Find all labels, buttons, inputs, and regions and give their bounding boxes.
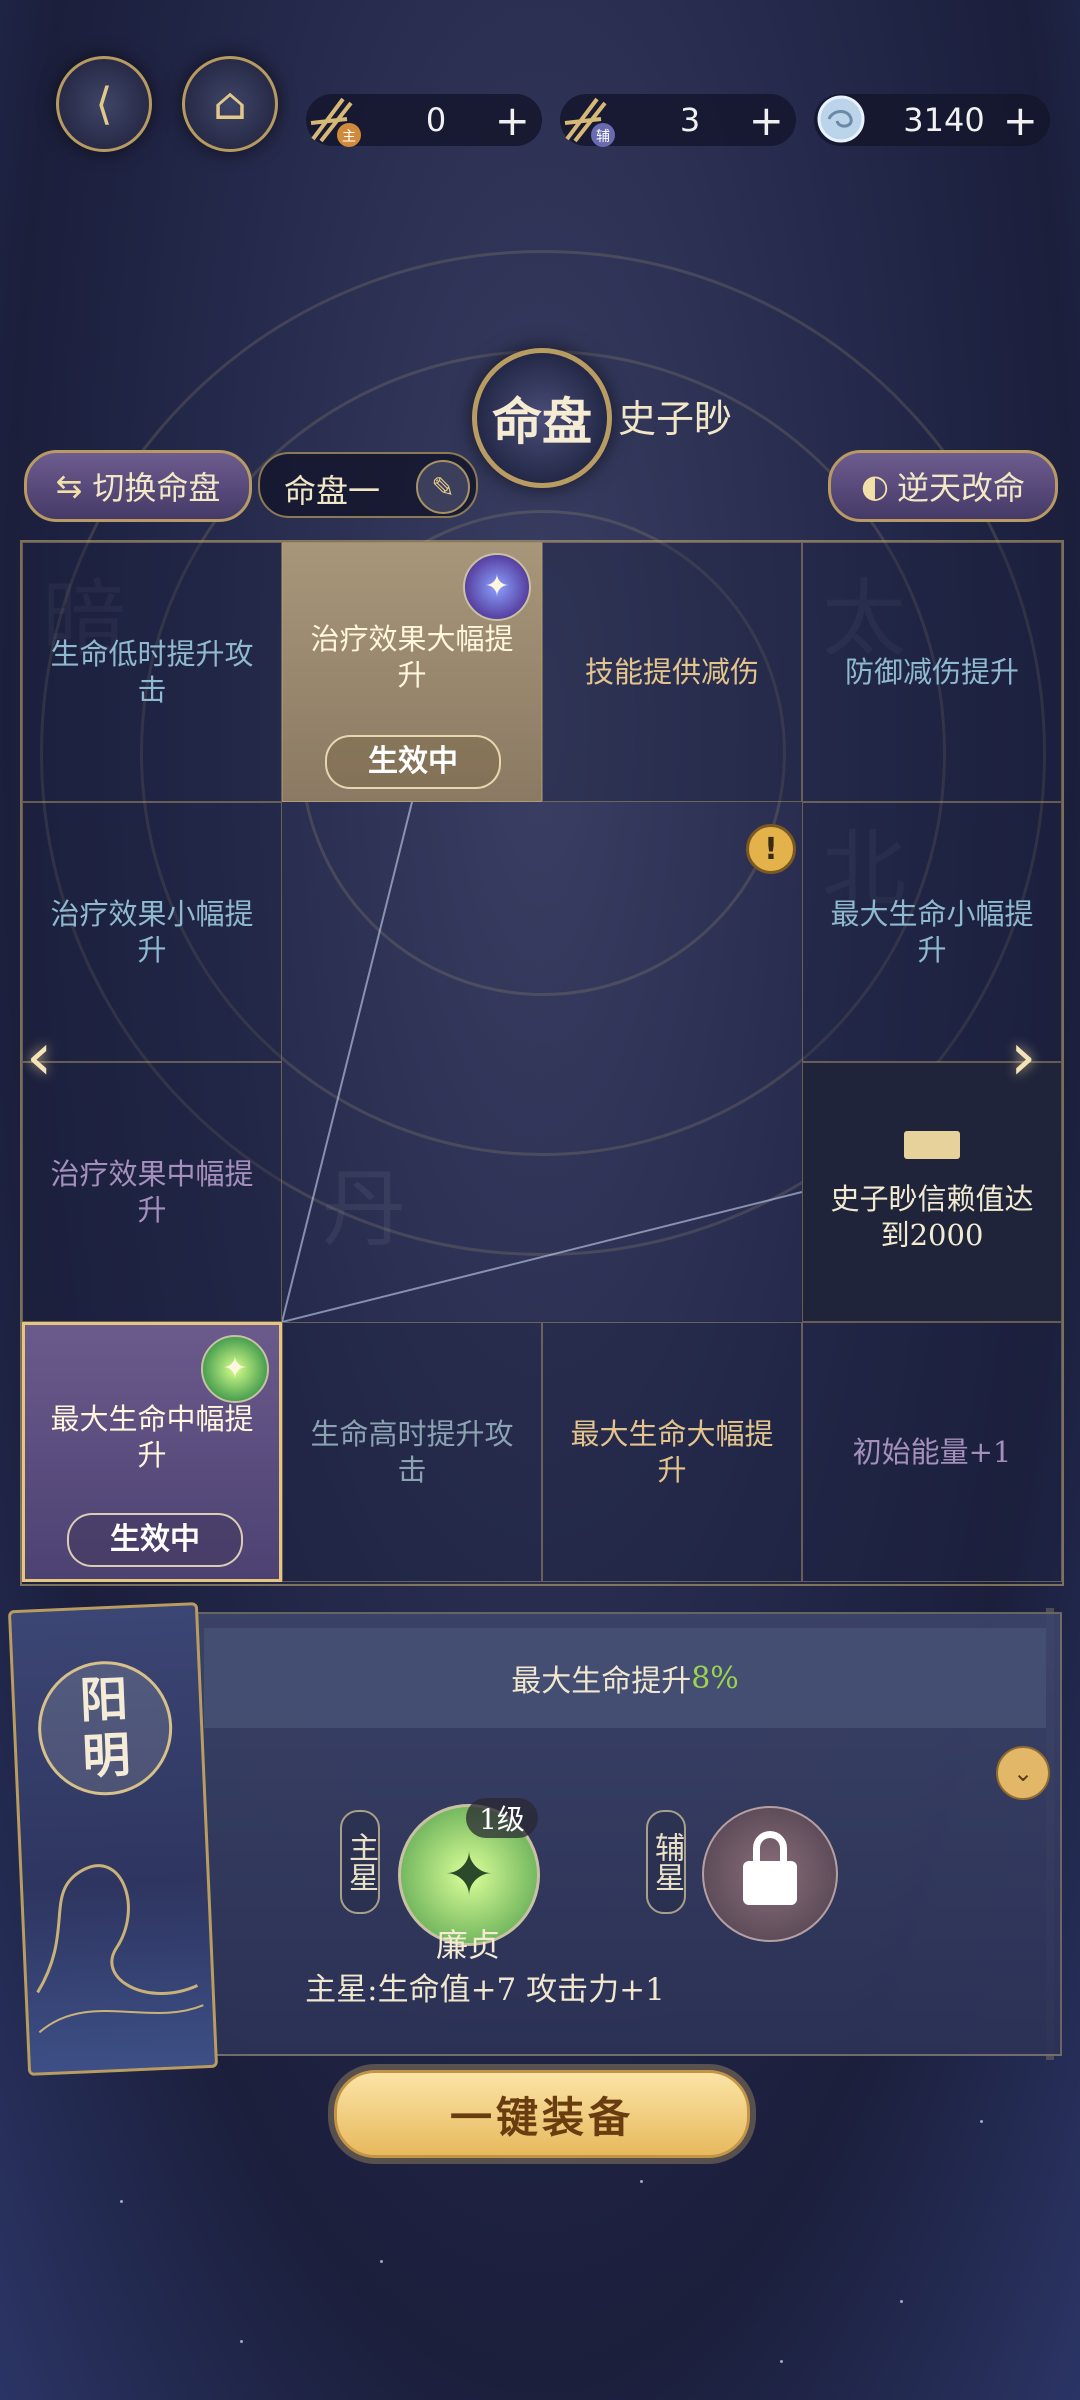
swirl-icon: ◐ (861, 467, 889, 505)
fate-chart-grid: 暗 丹 太 北 生命低时提升攻击 ✦ 治疗效果大幅提升 生效中 技能提供减伤 防… (20, 540, 1064, 1586)
top-bar: ⟨ ⌂ 主 0 + 辅 3 + 3140 + (0, 50, 1080, 160)
sub-token-counter: 辅 3 + (560, 94, 796, 147)
warning-icon[interactable]: ! (746, 824, 796, 874)
cell-label: 生命低时提升攻击 (50, 637, 254, 707)
chart-cell[interactable]: 技能提供减伤 (542, 542, 802, 802)
chart-emblem: 命盘 (472, 348, 612, 488)
prev-chart-arrow[interactable]: ‹ (26, 1018, 52, 1095)
svg-text:主: 主 (342, 129, 356, 145)
defy-fate-button[interactable]: ◐ 逆天改命 (828, 450, 1058, 522)
chart-select-label: 命盘一 (284, 472, 381, 510)
cell-label: 防御减伤提升 (844, 655, 1019, 689)
star-dot (120, 2200, 123, 2203)
constellation-card[interactable]: 阳 明 (7, 1602, 219, 2076)
home-button[interactable]: ⌂ (182, 56, 278, 152)
cell-label: 技能提供减伤 (584, 655, 759, 689)
unlock-condition: 史子眇信赖值达到2000 (830, 1182, 1034, 1252)
cell-label: 最大生命小幅提升 (830, 897, 1034, 967)
green-star-gem-icon: ✦ (443, 1840, 495, 1910)
main-token-icon: 主 (298, 84, 368, 154)
chart-cell-active[interactable]: ✦ 治疗效果大幅提升 生效中 (282, 542, 542, 802)
main-token-plus-button[interactable]: + (495, 96, 530, 145)
effect-percentage: 8% (691, 1660, 739, 1696)
purple-gem-icon: ✦ (463, 553, 531, 621)
orb-plus-button[interactable]: + (1003, 96, 1038, 145)
sub-star-label: 辅星 (646, 1810, 686, 1914)
sub-token-value: 3 (679, 101, 701, 139)
switch-chart-button[interactable]: ⇆ 切换命盘 (24, 450, 252, 522)
chest-icon (904, 1131, 960, 1159)
chart-title: 命盘 (492, 392, 592, 451)
chart-lines (282, 802, 802, 1322)
back-button[interactable]: ⟨ (56, 56, 152, 152)
chart-cell-locked[interactable]: 史子眇信赖值达到2000 (802, 1062, 1062, 1322)
chart-cell-active[interactable]: ✦ 最大生命中幅提升 生效中 (22, 1322, 282, 1582)
defy-fate-label: 逆天改命 (896, 469, 1025, 507)
cell-label: 生命高时提升攻击 (310, 1417, 514, 1487)
star-effect-text: 主星:生命值+7 攻击力+1 (305, 1972, 665, 2008)
sub-star-slot[interactable] (702, 1806, 838, 1942)
star-dot (900, 2300, 903, 2303)
chart-cell[interactable]: 防御减伤提升 (802, 542, 1062, 802)
cell-label: 治疗效果大幅提升 (310, 622, 514, 692)
next-chart-arrow[interactable]: › (1010, 1018, 1036, 1095)
card-name-char-2: 明 (81, 1727, 132, 1786)
active-status-badge: 生效中 (325, 735, 501, 789)
character-name: 史子眇 (618, 397, 733, 441)
orb-counter: 3140 + (814, 94, 1050, 146)
expand-chevron-icon[interactable]: ⌄ (996, 1746, 1050, 1800)
edit-brush-icon[interactable]: ✎ (416, 460, 470, 514)
effect-text: 最大生命提升 (511, 1664, 692, 1699)
orb-value: 3140 (903, 101, 985, 139)
cell-label: 最大生命大幅提升 (570, 1417, 774, 1487)
chart-select[interactable]: 命盘一 ✎ (258, 452, 478, 518)
chart-cell[interactable]: 生命高时提升攻击 (282, 1322, 542, 1582)
active-status-badge: 生效中 (67, 1513, 243, 1567)
one-click-equip-button[interactable]: 一键装备 (334, 2070, 750, 2158)
main-token-value: 0 (425, 101, 447, 139)
green-gem-icon: ✦ (201, 1335, 269, 1403)
lock-icon (743, 1831, 797, 1905)
sub-token-plus-button[interactable]: + (749, 96, 784, 145)
orb-icon (806, 84, 876, 154)
panel-effect-bar: 最大生命提升 8% (204, 1628, 1046, 1728)
star-dot (240, 2340, 243, 2343)
chart-cell[interactable]: 治疗效果小幅提升 (22, 802, 282, 1062)
star-info-panel: 最大生命提升 8% ⌄ 主星 ✦ 1级 廉贞 辅星 主星:生命值+7 攻击力+1 (188, 1612, 1062, 2056)
star-dot (380, 2260, 383, 2263)
chart-cell[interactable]: 生命低时提升攻击 (22, 542, 282, 802)
back-arrow-icon: ⟨ (95, 78, 113, 130)
cell-label: 最大生命中幅提升 (50, 1402, 254, 1472)
svg-text:辅: 辅 (596, 129, 610, 145)
star-dot (640, 2180, 643, 2183)
star-level-badge: 1级 (466, 1798, 538, 1838)
card-name-char-1: 阳 (78, 1671, 130, 1730)
chart-center (282, 802, 802, 1322)
star-dot (780, 2360, 783, 2363)
cell-label: 初始能量+1 (852, 1435, 1012, 1469)
chart-cell[interactable]: 初始能量+1 (802, 1322, 1062, 1582)
cell-label: 治疗效果中幅提升 (50, 1157, 254, 1227)
chart-cell[interactable]: 最大生命大幅提升 (542, 1322, 802, 1582)
main-token-counter: 主 0 + (306, 94, 542, 147)
cell-label: 治疗效果小幅提升 (50, 897, 254, 967)
switch-chart-label: 切换命盘 (92, 469, 221, 507)
sub-token-icon: 辅 (552, 84, 622, 154)
pavilion-icon: ⌂ (213, 78, 247, 130)
star-dot (980, 2120, 983, 2123)
star-name: 廉贞 (435, 1926, 500, 1964)
swap-arrows-icon: ⇆ (55, 467, 83, 505)
main-star-label: 主星 (340, 1810, 380, 1914)
chart-cell[interactable]: 治疗效果中幅提升 (22, 1062, 282, 1322)
